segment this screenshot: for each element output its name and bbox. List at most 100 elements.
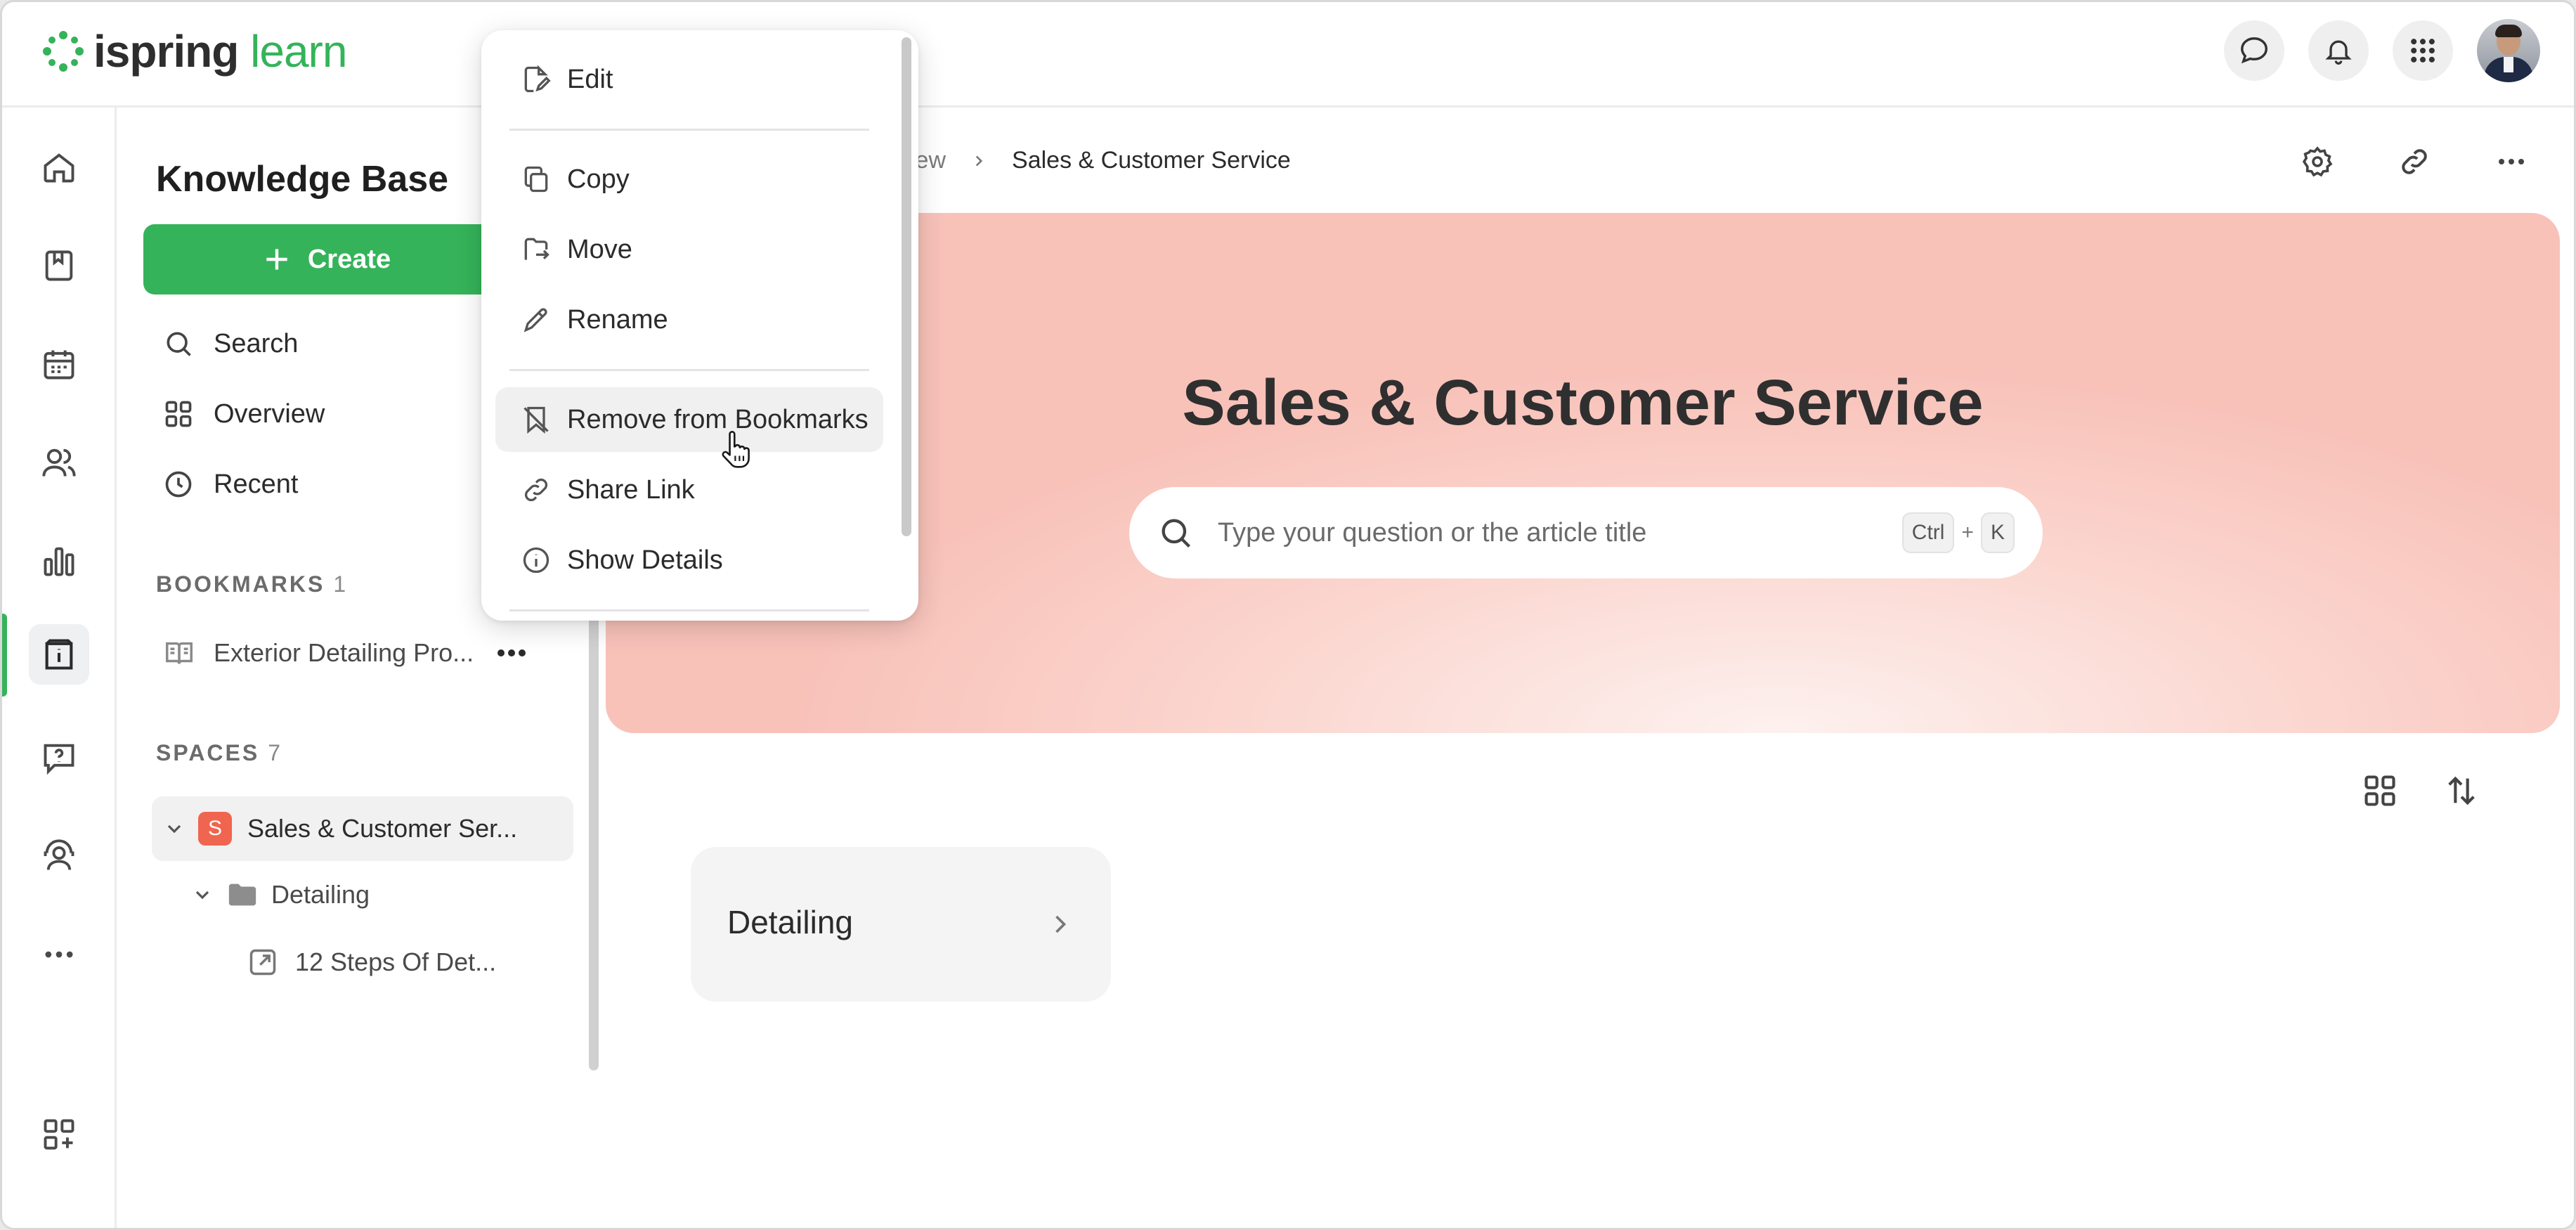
link-icon [524, 478, 548, 502]
chevron-down-icon[interactable] [191, 883, 214, 906]
menu-item-remove-bookmark[interactable]: Remove from Bookmarks [495, 387, 883, 452]
shortcut-ctrl-key: Ctrl [1901, 512, 1955, 553]
link-icon[interactable] [2391, 138, 2438, 185]
shortcut-k-key: K [1980, 512, 2015, 553]
create-button-label: Create [307, 244, 391, 274]
menu-item-share-link-label: Share Link [567, 474, 695, 505]
menu-divider [509, 369, 869, 371]
menu-divider [509, 609, 869, 611]
grid-icon [165, 401, 192, 427]
logo-text: ispring learn [93, 26, 347, 77]
article-item-label: 12 Steps Of Det... [295, 947, 497, 976]
nav-overview-label: Overview [214, 399, 325, 429]
space-item-content[interactable]: S Sales & Customer Ser... [163, 808, 517, 850]
user-avatar[interactable] [2477, 19, 2540, 82]
bell-icon[interactable] [2308, 20, 2369, 81]
search-icon [167, 332, 191, 356]
space-item-label: Sales & Customer Ser... [247, 814, 518, 843]
bookmarks-count: 1 [333, 571, 346, 597]
knowledge-base-icon[interactable] [29, 624, 89, 685]
menu-divider [509, 129, 869, 131]
logo-mark-icon [43, 31, 84, 72]
pencil-icon [523, 308, 547, 332]
add-widget-icon[interactable] [29, 1104, 89, 1165]
folder-icon [228, 883, 256, 906]
create-button[interactable]: Create [143, 224, 509, 294]
reports-icon[interactable] [29, 531, 89, 591]
search-icon [1162, 519, 1191, 548]
more-icon[interactable] [29, 924, 89, 985]
shortcut-plus: + [1961, 521, 1974, 544]
qa-icon[interactable] [29, 727, 89, 788]
hand-cursor-icon [722, 431, 750, 468]
hero-search-field[interactable]: Type your question or the article title … [1129, 487, 2043, 578]
bookmark-more-icon[interactable] [490, 639, 533, 667]
calendar-icon[interactable] [29, 334, 89, 394]
bookmarks-section-label: BOOKMARKS 1 [156, 571, 346, 597]
folder-item-label: Detailing [271, 880, 370, 909]
menu-item-edit[interactable]: Edit [495, 47, 883, 112]
chevron-down-icon[interactable] [163, 817, 186, 840]
app-logo[interactable]: ispring learn [41, 23, 347, 79]
nav-overview[interactable]: Overview [163, 393, 325, 435]
chat-icon[interactable] [2224, 20, 2284, 81]
menu-item-copy-label: Copy [567, 164, 630, 194]
app-window: ispring learn Knowledge Base Create Sear… [0, 0, 2576, 1230]
menu-item-show-details[interactable]: Show Details [495, 528, 883, 593]
move-icon [524, 238, 549, 260]
apps-grid-icon[interactable] [2393, 20, 2453, 81]
menu-item-edit-label: Edit [567, 64, 613, 94]
top-bar: ispring learn [2, 2, 2574, 108]
clock-icon [165, 471, 192, 498]
spaces-section-label: SPACES 7 [156, 740, 281, 765]
nav-search[interactable]: Search [163, 323, 298, 365]
home-icon[interactable] [29, 137, 89, 198]
users-icon[interactable] [29, 432, 89, 493]
external-link-icon [249, 949, 276, 976]
sidebar-title: Knowledge Base [156, 159, 449, 200]
breadcrumb-current: Sales & Customer Service [1012, 147, 1291, 174]
courses-icon[interactable] [29, 235, 89, 296]
article-item[interactable]: 12 Steps Of Det... [247, 941, 496, 983]
page-actions [2294, 138, 2535, 185]
article-icon [166, 642, 193, 664]
bookmark-item-label: Exterior Detailing Pro... [214, 638, 474, 667]
folder-item[interactable]: Detailing [191, 874, 370, 916]
menu-item-move-label: Move [567, 234, 632, 264]
chevron-right-icon [1055, 915, 1067, 933]
menu-scrollbar[interactable] [902, 37, 911, 536]
copy-icon [524, 166, 548, 193]
settings-gear-icon[interactable] [2294, 138, 2341, 185]
bookmark-remove-icon [523, 406, 549, 434]
menu-item-copy[interactable]: Copy [495, 147, 883, 212]
context-menu: Edit Copy Move Rename Remove from Bookma… [481, 30, 918, 621]
sort-icon[interactable] [2443, 772, 2480, 813]
menu-item-move[interactable]: Move [495, 217, 883, 282]
menu-item-rename[interactable]: Rename [495, 287, 883, 352]
info-icon [523, 547, 549, 574]
plus-icon [266, 249, 287, 270]
support-icon[interactable] [29, 826, 89, 886]
spaces-count: 7 [268, 740, 281, 765]
top-actions [2224, 19, 2540, 82]
nav-recent[interactable]: Recent [163, 463, 298, 505]
menu-item-share-link[interactable]: Share Link [495, 458, 883, 522]
breadcrumb: view Sales & Customer Service [898, 147, 1291, 174]
left-rail [2, 108, 117, 1228]
folder-card[interactable]: Detailing [691, 847, 1111, 1002]
folder-card-title: Detailing [727, 904, 853, 940]
view-controls [2362, 772, 2480, 813]
nav-search-label: Search [214, 328, 299, 358]
search-input[interactable]: Type your question or the article title [1218, 518, 1902, 548]
grid-view-icon[interactable] [2362, 772, 2398, 813]
active-indicator [2, 614, 7, 697]
nav-recent-label: Recent [214, 469, 299, 499]
bookmark-item[interactable]: Exterior Detailing Pro... [163, 632, 474, 674]
menu-item-show-details-label: Show Details [567, 545, 723, 575]
more-options-icon[interactable] [2488, 138, 2535, 185]
edit-icon [524, 65, 551, 93]
menu-item-rename-label: Rename [567, 304, 668, 335]
chevron-right-icon [975, 155, 983, 166]
space-badge: S [198, 812, 232, 846]
menu-item-remove-bookmark-label: Remove from Bookmarks [567, 404, 869, 434]
